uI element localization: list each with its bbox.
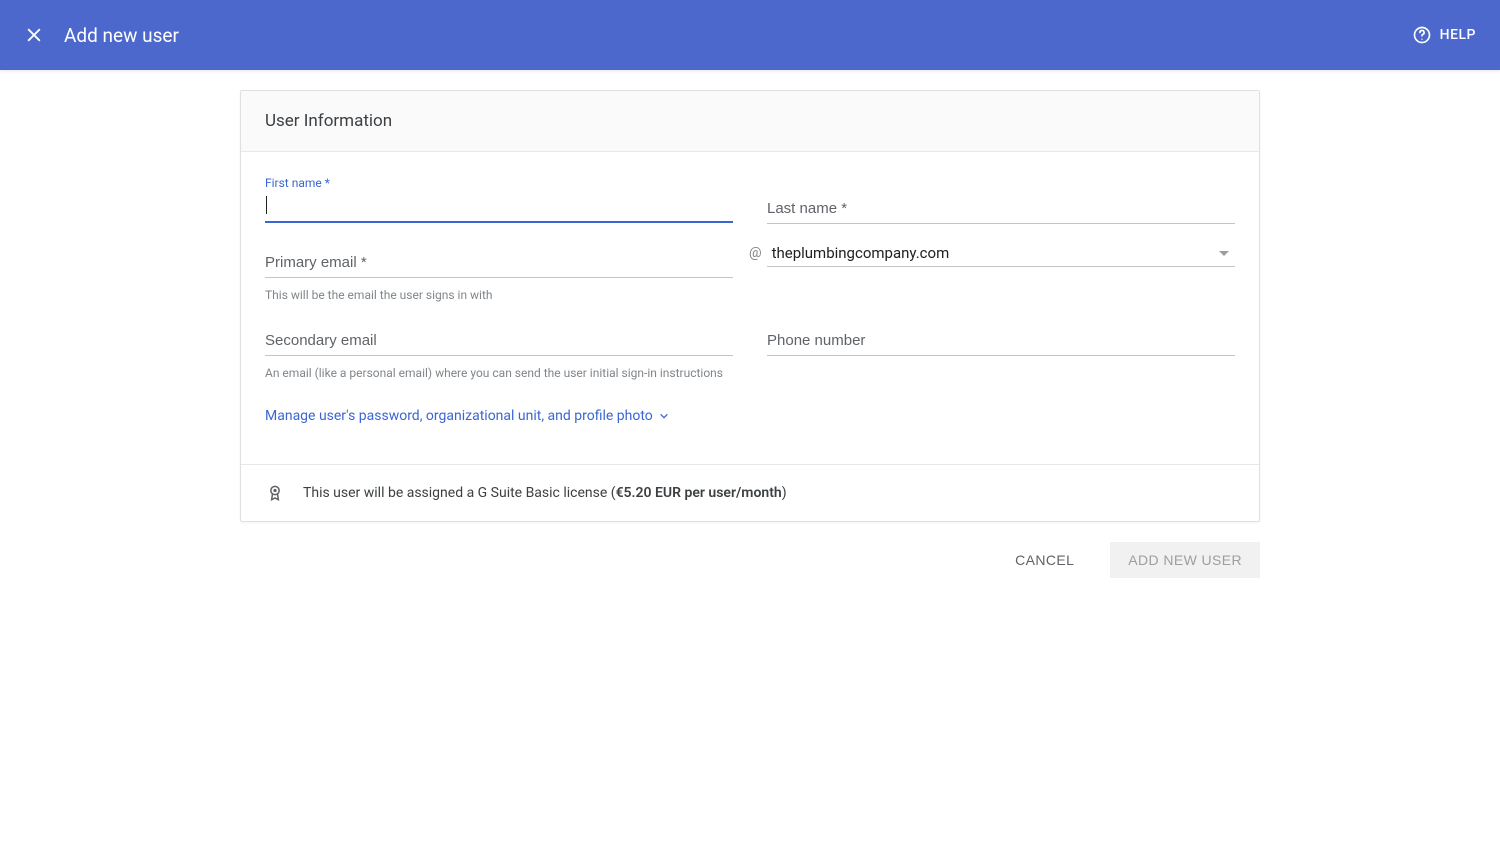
last-name-field-wrap xyxy=(767,194,1235,224)
secondary-email-field-wrap: An email (like a personal email) where y… xyxy=(265,326,733,380)
cancel-button[interactable]: CANCEL xyxy=(1003,542,1086,578)
add-new-user-button[interactable]: ADD NEW USER xyxy=(1110,542,1260,578)
first-name-input[interactable] xyxy=(265,192,733,223)
license-footer: This user will be assigned a G Suite Bas… xyxy=(241,464,1259,521)
primary-email-field-wrap: This will be the email the user signs in… xyxy=(265,248,733,302)
dialog-title: Add new user xyxy=(64,24,179,47)
domain-value: theplumbingcompany.com xyxy=(772,244,1219,262)
section-title: User Information xyxy=(241,91,1259,152)
first-name-label: First name * xyxy=(265,176,733,190)
at-sign: @ xyxy=(749,245,762,261)
license-text-prefix: This user will be assigned a G Suite Bas… xyxy=(303,485,616,501)
domain-select[interactable]: @ theplumbingcompany.com xyxy=(767,244,1235,267)
license-text: This user will be assigned a G Suite Bas… xyxy=(303,485,787,501)
dialog-header: Add new user HELP xyxy=(0,0,1500,70)
last-name-input[interactable] xyxy=(767,194,1235,224)
first-name-field-wrap: First name * xyxy=(265,176,733,223)
primary-email-input[interactable] xyxy=(265,248,733,278)
phone-field-wrap xyxy=(767,326,1235,356)
domain-select-wrap: @ theplumbingcompany.com xyxy=(767,244,1235,267)
help-link[interactable]: HELP xyxy=(1412,25,1476,45)
expand-advanced-link[interactable]: Manage user's password, organizational u… xyxy=(265,408,669,424)
secondary-email-input[interactable] xyxy=(265,326,733,356)
primary-email-helper: This will be the email the user signs in… xyxy=(265,288,733,302)
expand-advanced-label: Manage user's password, organizational u… xyxy=(265,408,653,424)
license-price: €5.20 EUR per user/month xyxy=(616,485,782,501)
dialog-actions: CANCEL ADD NEW USER xyxy=(240,542,1260,578)
help-label: HELP xyxy=(1440,27,1476,43)
chevron-down-icon xyxy=(659,411,669,421)
close-icon[interactable] xyxy=(24,25,44,45)
license-badge-icon xyxy=(265,483,285,503)
license-text-suffix: ) xyxy=(782,485,787,501)
phone-input[interactable] xyxy=(767,326,1235,356)
secondary-email-helper: An email (like a personal email) where y… xyxy=(265,366,733,380)
chevron-down-icon xyxy=(1219,251,1229,256)
user-info-card: User Information First name * This will … xyxy=(240,90,1260,522)
help-icon xyxy=(1412,25,1432,45)
